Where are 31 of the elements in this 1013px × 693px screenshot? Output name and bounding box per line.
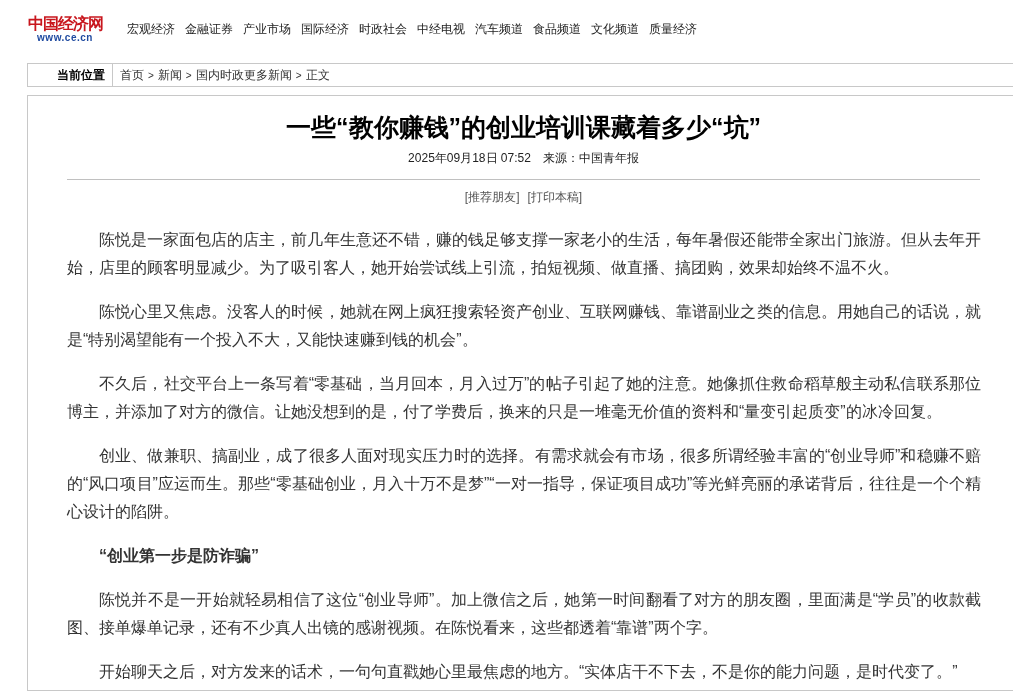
site-logo[interactable]: 中国经济网 www.ce.cn	[28, 15, 102, 43]
nav-link[interactable]: 食品频道	[533, 23, 581, 35]
breadcrumb-separator: >	[148, 68, 154, 83]
nav-link[interactable]: 产业市场	[243, 23, 291, 35]
nav-link[interactable]: 汽车频道	[475, 23, 523, 35]
breadcrumb-separator: >	[295, 68, 302, 83]
article-paragraph: 开始聊天之后，对方发来的话术，一句句直戳她心里最焦虑的地方。“实体店干不下去，不是你的能力问题，是时代变了。”	[98, 662, 959, 682]
breadcrumb-link[interactable]: 新闻	[157, 66, 182, 84]
nav-link[interactable]: 金融证券	[185, 23, 233, 35]
breadcrumb-link[interactable]: 国内时政更多新闻	[195, 66, 292, 84]
breadcrumb-label: 当前位置	[28, 64, 113, 86]
nav-link[interactable]: 宏观经济	[127, 23, 175, 35]
nav-link[interactable]: 时政社会	[359, 23, 407, 35]
article-paragraph: 创业、做兼职、搞副业，成了很多人面对现实压力时的选择。有需求就会有市场，很多所谓经验丰富的“创业导师”和稳赚不赔的“风口项目”应运而生。那些“零基础创业，月入十万不是梦”“一对一指导，保证项目成功”等光鲜亮丽的承诺背后，往往是一个个精心设计的陷阱。	[67, 446, 981, 522]
article-tool-link[interactable]: [推荐朋友]	[464, 188, 520, 206]
article-paragraph: 陈悦心里又焦虑。没客人的时候，她就在网上疯狂搜索轻资产创业、互联网赚钱、靠谱副业之类的信息。用她自己的话说，就是“特别渴望能有一个投入不大，又能快速赚到钱的机会”。	[67, 302, 981, 350]
section-heading: “创业第一步是防诈骗”	[98, 546, 260, 566]
nav-link[interactable]: 文化频道	[591, 23, 639, 35]
article-paragraph: 陈悦是一家面包店的店主，前几年生意还不错，赚的钱足够支撑一家老小的生活，每年暑假还能带全家出门旅游。但从去年开始，店里的顾客明显减少。为了吸引客人，她开始尝试线上引流，拍短视频、做直播、搞团购，效果却始终不温不火。	[67, 230, 981, 278]
breadcrumb-current: 正文	[305, 67, 330, 84]
article-paragraph: 陈悦并不是一开始就轻易相信了这位“创业导师”。加上微信之后，她第一时间翻看了对方的朋友圈，里面满是“学员”的收款截图、接单爆单记录，还有不少真人出镜的感谢视频。在陈悦看来，这些都透着“靠谱”两个字。	[67, 590, 981, 638]
article-paragraph: 不久后，社交平台上一条写着“零基础，当月回本，月入过万”的帖子引起了她的注意。她像抓住救命稻草般主动私信联系那位博主，并添加了对方的微信。让她没想到的是，付了学费后，换来的只是一堆毫无价值的资料和“量变引起质变”的冰冷回复。	[67, 374, 981, 422]
nav-link[interactable]: 中经电视	[417, 23, 465, 35]
article-source: 来源：中国青年报	[542, 150, 639, 167]
breadcrumb-separator: >	[185, 68, 192, 83]
nav-link[interactable]: 国际经济	[301, 23, 349, 35]
breadcrumb-link[interactable]: 首页	[120, 66, 144, 84]
article-tool-link[interactable]: [打印本稿]	[527, 188, 583, 206]
nav-link[interactable]: 质量经济	[649, 23, 697, 35]
article-title: 一些“教你赚钱”的创业培训课藏着多少“坑”	[285, 112, 762, 143]
publish-date: 2025年09月18日 07:52	[408, 150, 531, 167]
